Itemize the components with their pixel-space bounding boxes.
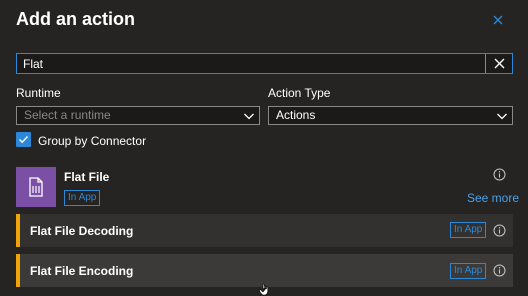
info-icon[interactable]	[493, 168, 506, 181]
runtime-label: Runtime	[16, 86, 61, 100]
action-name: Flat File Encoding	[30, 264, 134, 278]
group-by-connector-checkbox[interactable]	[16, 132, 31, 147]
action-type-dropdown[interactable]: Actions	[268, 106, 513, 125]
action-row-flat-file-decoding[interactable]: Flat File Decoding In App	[16, 214, 513, 247]
in-app-badge: In App	[450, 263, 487, 279]
flat-file-icon[interactable]	[16, 167, 56, 207]
mouse-pointer-icon	[259, 283, 269, 296]
action-type-label: Action Type	[268, 86, 331, 100]
search-input[interactable]	[17, 54, 485, 73]
in-app-badge: In App	[450, 222, 487, 238]
action-name: Flat File Decoding	[30, 224, 134, 238]
clear-search-icon[interactable]	[485, 54, 512, 73]
action-type-value: Actions	[276, 108, 316, 122]
info-icon[interactable]	[493, 264, 506, 277]
runtime-placeholder: Select a runtime	[24, 108, 111, 122]
group-by-connector-label: Group by Connector	[38, 134, 147, 148]
chevron-down-icon	[244, 113, 254, 120]
see-more-link[interactable]: See more	[467, 191, 519, 205]
info-icon[interactable]	[493, 224, 506, 237]
connector-name[interactable]: Flat File	[64, 170, 109, 184]
runtime-dropdown[interactable]: Select a runtime	[16, 106, 260, 125]
add-action-panel: Add an action Runtime Select a runtime A…	[0, 0, 528, 296]
close-icon[interactable]	[491, 13, 505, 27]
chevron-down-icon	[497, 113, 507, 120]
checkmark-icon	[18, 135, 29, 144]
in-app-badge: In App	[64, 190, 101, 206]
search-box	[16, 53, 513, 74]
panel-title: Add an action	[16, 9, 136, 29]
